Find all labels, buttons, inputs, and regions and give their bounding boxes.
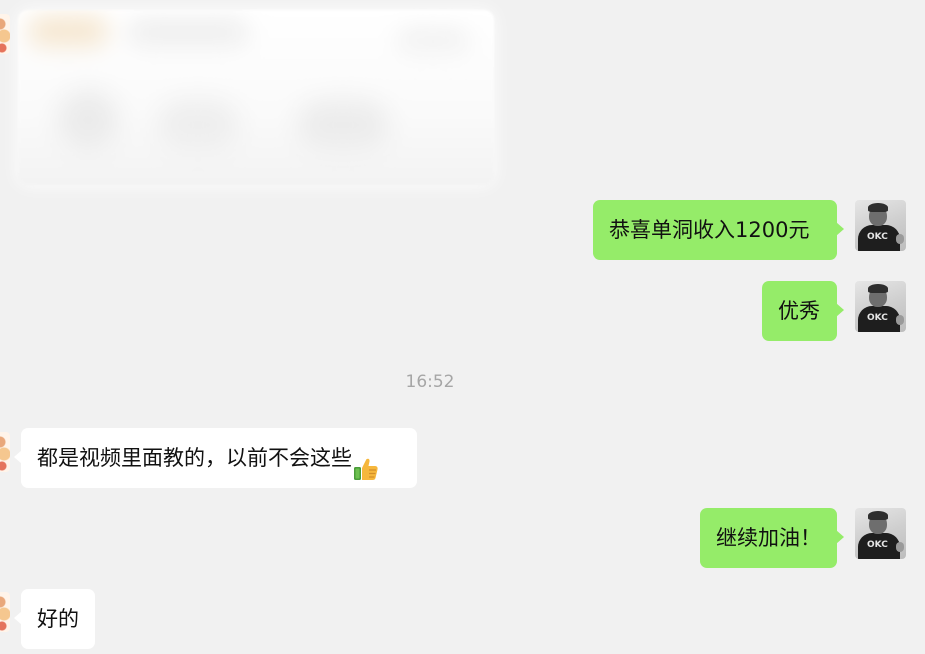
avatar-hand bbox=[896, 542, 904, 552]
blur-region bbox=[128, 20, 248, 44]
self-avatar[interactable]: OKC bbox=[855, 508, 906, 559]
self-avatar[interactable]: OKC bbox=[855, 200, 906, 251]
message-bubble-self[interactable]: 恭喜单洞收入1200元 bbox=[593, 200, 844, 260]
avatar-hand bbox=[896, 234, 904, 244]
message-text: 恭喜单洞收入1200元 bbox=[609, 218, 810, 242]
blur-region bbox=[298, 100, 388, 150]
message-timestamp: 16:52 bbox=[405, 372, 455, 392]
avatar-shirt-text: OKC bbox=[867, 540, 888, 550]
avatar-shirt-text: OKC bbox=[867, 313, 888, 323]
message-bubble-other[interactable]: 都是视频里面教的，以前不会这些 bbox=[14, 428, 417, 488]
avatar-hand bbox=[896, 315, 904, 325]
contact-avatar[interactable] bbox=[0, 592, 10, 632]
avatar-hair bbox=[868, 511, 888, 520]
message-text: 继续加油！ bbox=[716, 526, 821, 550]
blurred-image-message[interactable] bbox=[18, 10, 494, 185]
blur-region bbox=[28, 16, 108, 46]
self-avatar[interactable]: OKC bbox=[855, 281, 906, 332]
contact-avatar[interactable] bbox=[0, 432, 10, 472]
blur-region bbox=[58, 90, 118, 150]
message-bubble-self[interactable]: 继续加油！ bbox=[700, 508, 844, 568]
message-bubble-other[interactable]: 好的 bbox=[14, 589, 95, 649]
thumbs-up-icon bbox=[353, 444, 379, 480]
blur-region bbox=[158, 100, 238, 150]
message-text: 都是视频里面教的，以前不会这些 bbox=[37, 446, 352, 470]
avatar-hair bbox=[868, 284, 888, 293]
chat-window: 恭喜单洞收入1200元 OKC 优秀 OKC 16:52 都是视频里面教的，以前… bbox=[0, 0, 925, 654]
blur-region bbox=[398, 30, 468, 50]
contact-avatar[interactable] bbox=[0, 14, 10, 54]
message-text: 好的 bbox=[37, 607, 79, 631]
avatar-shirt-text: OKC bbox=[867, 232, 888, 242]
message-text: 优秀 bbox=[778, 299, 820, 323]
message-bubble-self[interactable]: 优秀 bbox=[762, 281, 844, 341]
avatar-hair bbox=[868, 203, 888, 212]
